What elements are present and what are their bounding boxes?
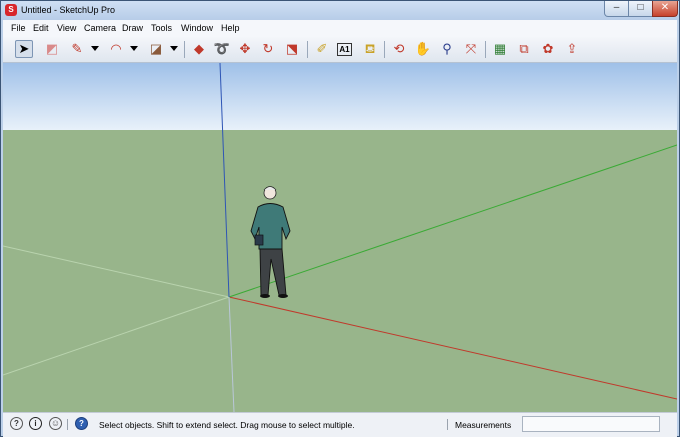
help-icon[interactable]: ? [75,417,88,430]
move-tool-button[interactable]: ✥ [236,40,254,58]
zoom-icon: ⚲ [442,41,452,56]
window-title: Untitled - SketchUp Pro [21,5,116,15]
menu-tools[interactable]: Tools [151,23,172,33]
sketchup-window: S Untitled - SketchUp Pro – □ ✕ File Edi… [0,0,680,437]
menu-help[interactable]: Help [221,23,240,33]
paint-bucket-icon: ⛾ [364,41,376,56]
close-button[interactable]: ✕ [652,1,678,17]
3d-warehouse-button[interactable]: ▦ [491,40,509,58]
toolbar: ➤ ◩ ✎ ◠ ◪ ◆ ➰ ✥ ↻ ⬔ ✐ A1 ⛾ ⟲ ✋ ⚲ ⤧ ▦ ⧉ ✿… [3,37,677,63]
drawing-viewport[interactable] [3,63,677,412]
zoom-extents-icon: ⤧ [465,41,477,56]
pencil-icon: ✎ [71,41,83,56]
rectangle-tool-button[interactable]: ◪ [147,40,165,58]
push-pull-icon: ◆ [194,41,204,56]
rotate-icon: ↻ [262,41,274,56]
minimize-button[interactable]: – [604,1,629,17]
menu-view[interactable]: View [57,23,76,33]
rotate-tool-button[interactable]: ↻ [259,40,277,58]
follow-me-icon: ➰ [213,41,231,56]
status-message: Select objects. Shift to extend select. … [99,420,355,430]
measurements-input[interactable] [522,416,660,432]
orbit-icon: ⟲ [393,41,405,56]
menu-camera[interactable]: Camera [84,23,116,33]
geo-location-icon[interactable]: ? [10,417,23,430]
arc-dropdown-icon[interactable] [130,46,138,51]
rectangle-dropdown-icon[interactable] [170,46,178,51]
share-model-icon: ⇪ [566,41,578,56]
menu-window[interactable]: Window [181,23,213,33]
maximize-button[interactable]: □ [628,1,653,17]
menu-draw[interactable]: Draw [122,23,143,33]
toolbar-separator [485,41,486,58]
move-icon: ✥ [239,41,251,56]
pan-tool-button[interactable]: ✋ [414,40,432,58]
text-icon: A1 [339,45,350,54]
components-button[interactable]: ⧉ [515,40,533,58]
follow-me-tool-button[interactable]: ➰ [213,40,231,58]
3d-warehouse-icon: ▦ [493,41,507,56]
scale-tool-button[interactable]: ⬔ [283,40,301,58]
orbit-tool-button[interactable]: ⟲ [390,40,408,58]
eraser-tool-button[interactable]: ◩ [43,40,61,58]
extension-warehouse-icon: ✿ [542,41,554,56]
toolbar-separator [384,41,385,58]
eraser-icon: ◩ [45,41,59,56]
title-bar[interactable]: S Untitled - SketchUp Pro – □ ✕ [1,1,679,20]
toolbar-separator [307,41,308,58]
status-bar: ? i ☺ ? Select objects. Shift to extend … [3,412,677,437]
credits-icon[interactable]: i [29,417,42,430]
pencil-tool-button[interactable]: ✎ [68,40,86,58]
scale-icon: ⬔ [285,41,299,56]
pan-icon: ✋ [414,41,432,56]
sketchup-icon[interactable]: S [5,4,17,16]
push-pull-tool-button[interactable]: ◆ [190,40,208,58]
status-divider [447,419,448,430]
ground [3,130,677,412]
menu-bar: File Edit View Camera Draw Tools Window … [3,20,677,37]
paint-bucket-tool-button[interactable]: ⛾ [361,40,379,58]
zoom-tool-button[interactable]: ⚲ [438,40,456,58]
select-tool-button[interactable]: ➤ [15,40,33,58]
tape-measure-icon: ✐ [316,41,328,56]
user-icon[interactable]: ☺ [49,417,62,430]
components-icon: ⧉ [519,41,529,56]
extension-warehouse-button[interactable]: ✿ [539,40,557,58]
zoom-extents-tool-button[interactable]: ⤧ [462,40,480,58]
menu-file[interactable]: File [11,23,26,33]
tape-measure-tool-button[interactable]: ✐ [313,40,331,58]
share-model-button[interactable]: ⇪ [563,40,581,58]
text-tool-button[interactable]: A1 [337,43,352,56]
select-icon: ➤ [18,41,30,56]
menu-edit[interactable]: Edit [33,23,49,33]
pencil-dropdown-icon[interactable] [91,46,99,51]
arc-tool-button[interactable]: ◠ [107,40,125,58]
arc-icon: ◠ [110,41,122,56]
rectangle-icon: ◪ [149,41,163,56]
scene-canvas[interactable] [3,63,677,412]
measurements-label: Measurements [455,420,512,430]
toolbar-separator [184,41,185,58]
status-divider [67,419,68,430]
sky [3,63,677,130]
